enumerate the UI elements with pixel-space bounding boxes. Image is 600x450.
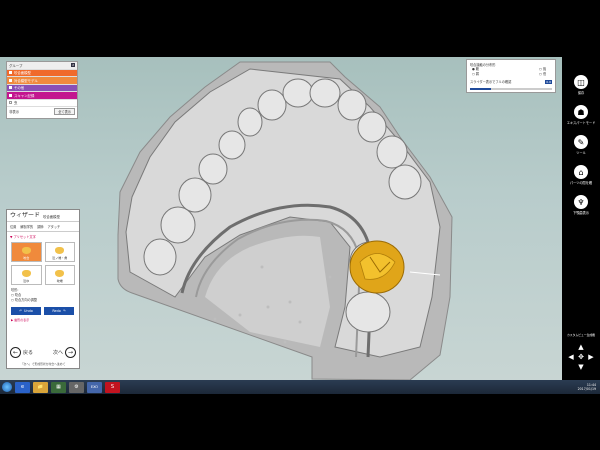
view-arrows: ▲ ◀ ✥ ▶ ▼ — [566, 342, 596, 372]
taskbar: e 📁 ▦ ⚙ EXO S 11:44 2017/01/19 — [0, 380, 600, 394]
back-button[interactable]: ← 戻る — [10, 347, 33, 358]
group-header-label: グループ — [9, 63, 23, 68]
wizard-panel: ウィザード 咬合面模型 位置 解剖学的 調節 アタッチ ▼ プリセット文字 咬合… — [6, 209, 80, 369]
group-count-badge: 2 — [71, 63, 75, 68]
group-row-label: 咬合面模型 — [14, 71, 31, 76]
radio-option[interactable]: ○ 弱 — [472, 72, 479, 77]
tab-anatomy[interactable]: 解剖学的 — [20, 224, 33, 229]
back-arrow-icon: ← — [10, 347, 21, 358]
undo-button[interactable]: ↶ Undo — [11, 307, 41, 315]
next-arrow-icon: → — [65, 347, 76, 358]
group-row-3[interactable]: スキャン記録 — [7, 92, 77, 100]
group-panel: グループ 2 咬合面模型 対合模型モデル その他 スキャン記録 虫 非表示 全て… — [6, 61, 78, 119]
group-row-label: 対合模型モデル — [14, 78, 38, 83]
group-row-0[interactable]: 咬合面模型 — [7, 69, 77, 77]
group-panel-footer: 非表示 全て表示 — [7, 107, 77, 115]
redo-button[interactable]: Redo ↷ — [44, 307, 74, 315]
custom-view-label: カスタムビュー生成機 — [567, 333, 595, 337]
preset-occlusal[interactable]: 咬合 — [11, 242, 42, 262]
preset-grid: 咬合 近ノ端・角 近ゆ 咬端 — [7, 241, 79, 286]
tab-position[interactable]: 位置 — [10, 224, 16, 229]
settings-icon[interactable]: ⚙ — [69, 381, 84, 393]
wizard-nav: ← 戻る 次へ → — [7, 347, 79, 358]
save-button[interactable]: ◫ 保存 — [562, 75, 600, 95]
expert-mode-button[interactable]: ☗ エキスパートモード — [562, 105, 600, 125]
checkbox[interactable] — [9, 101, 12, 105]
preset-proximal[interactable]: 近ゆ — [11, 265, 42, 285]
checkbox[interactable] — [9, 86, 12, 90]
clock-date: 2017/01/19 — [577, 387, 596, 391]
undo-icon: ↶ — [19, 309, 22, 313]
wizard-note[interactable]: ▶ 歯形の表示 — [7, 317, 79, 323]
parts-icon: ⌂ — [574, 165, 588, 179]
checkbox[interactable] — [9, 93, 12, 97]
wizard-title: ウィザード — [10, 212, 41, 219]
preset-cusp[interactable]: 咬端 — [44, 265, 75, 285]
group-row-label: 虫 — [14, 101, 18, 106]
arrow-up-icon[interactable]: ▲ — [576, 342, 586, 352]
preset-section-title[interactable]: ▼ プリセット文字 — [7, 232, 79, 241]
checkbox[interactable] — [9, 71, 12, 75]
save-icon: ◫ — [574, 75, 588, 89]
wizard-subtitle: 咬合面模型 — [43, 215, 60, 219]
screen-frame: グループ 2 咬合面模型 対合模型モデル その他 スキャン記録 虫 非表示 全て… — [0, 0, 600, 450]
exocad-icon[interactable]: EXO — [87, 381, 102, 393]
tools-icon: ✎ — [574, 135, 588, 149]
preset-options: 咬形: ○ 咬合 ○ 咬合方向の調整 — [7, 286, 79, 305]
arrow-down-icon[interactable]: ▼ — [576, 362, 586, 372]
group-panel-header[interactable]: グループ 2 — [7, 62, 77, 70]
tab-adjust[interactable]: 調節 — [37, 224, 43, 229]
expert-icon: ☗ — [574, 105, 588, 119]
wizard-title-bar: ウィザード 咬合面模型 — [7, 210, 79, 222]
checkbox[interactable] — [9, 78, 12, 82]
wizard-footer: 「次へ」で形成形状を咬合へ進めて — [20, 362, 66, 366]
group-row-1[interactable]: 対合模型モデル — [7, 77, 77, 85]
preset-mesial[interactable]: 近ノ端・角 — [44, 242, 75, 262]
tooth-icon — [21, 270, 31, 277]
ie-icon[interactable]: e — [15, 381, 30, 393]
bite-slider-row: スライダー表示でフルの確認 0.6 — [470, 79, 552, 84]
arrow-right-icon[interactable]: ▶ — [586, 352, 596, 362]
tools-button[interactable]: ✎ ツール — [562, 135, 600, 155]
tooth-icon — [21, 247, 31, 254]
3d-viewport[interactable] — [0, 57, 562, 380]
arrow-left-icon[interactable]: ◀ — [566, 352, 576, 362]
bite-contact-panel: 咬合接触の分布形 ● 範 ○ 強 ○ 弱 ○ 低 スライダー表示でフルの確認 0… — [466, 59, 556, 93]
system-tray[interactable]: 11:44 2017/01/19 — [578, 380, 596, 394]
radio-option[interactable]: ○ 低 — [539, 72, 546, 77]
parts-button[interactable]: ⌂ パーツの間を確 — [562, 165, 600, 185]
tooth-icon — [55, 270, 65, 277]
option-radio[interactable]: ○ 咬合方向の調整 — [11, 298, 75, 303]
gold-crown[interactable] — [349, 240, 405, 294]
app-icon[interactable]: ▦ — [51, 381, 66, 393]
app-window: グループ 2 咬合面模型 対合模型モデル その他 スキャン記録 虫 非表示 全て… — [0, 57, 600, 394]
bite-slider[interactable] — [470, 88, 552, 90]
show-all-button[interactable]: 全て表示 — [54, 107, 75, 115]
group-row-2[interactable]: その他 — [7, 84, 77, 92]
group-row-label: その他 — [14, 86, 25, 91]
center-icon[interactable]: ✥ — [576, 352, 586, 362]
bite-option-row: ○ 弱 ○ 低 — [470, 72, 552, 77]
redo-icon: ↷ — [62, 309, 66, 313]
tab-attach[interactable]: アタッチ — [48, 224, 61, 229]
hide-label[interactable]: 非表示 — [9, 109, 19, 114]
active-app-icon[interactable]: S — [105, 381, 120, 393]
tooth-icon — [55, 247, 65, 254]
undo-redo-row: ↶ Undo Redo ↷ — [7, 305, 79, 317]
slider-value[interactable]: 0.6 — [545, 79, 552, 84]
tooth-icon: ♆ — [574, 195, 588, 209]
group-row-4[interactable]: 虫 — [7, 100, 77, 107]
slider-fill — [470, 88, 491, 90]
start-button[interactable] — [2, 382, 12, 392]
group-row-label: スキャン記録 — [14, 93, 35, 98]
next-button[interactable]: 次へ → — [53, 347, 76, 358]
wizard-tabs: 位置 解剖学的 調節 アタッチ — [7, 222, 79, 232]
folder-icon[interactable]: 📁 — [33, 381, 48, 393]
lower-jaw-button[interactable]: ♆ 下顎歯表示 — [562, 195, 600, 215]
slider-label: スライダー表示でフルの確認 — [470, 80, 512, 84]
